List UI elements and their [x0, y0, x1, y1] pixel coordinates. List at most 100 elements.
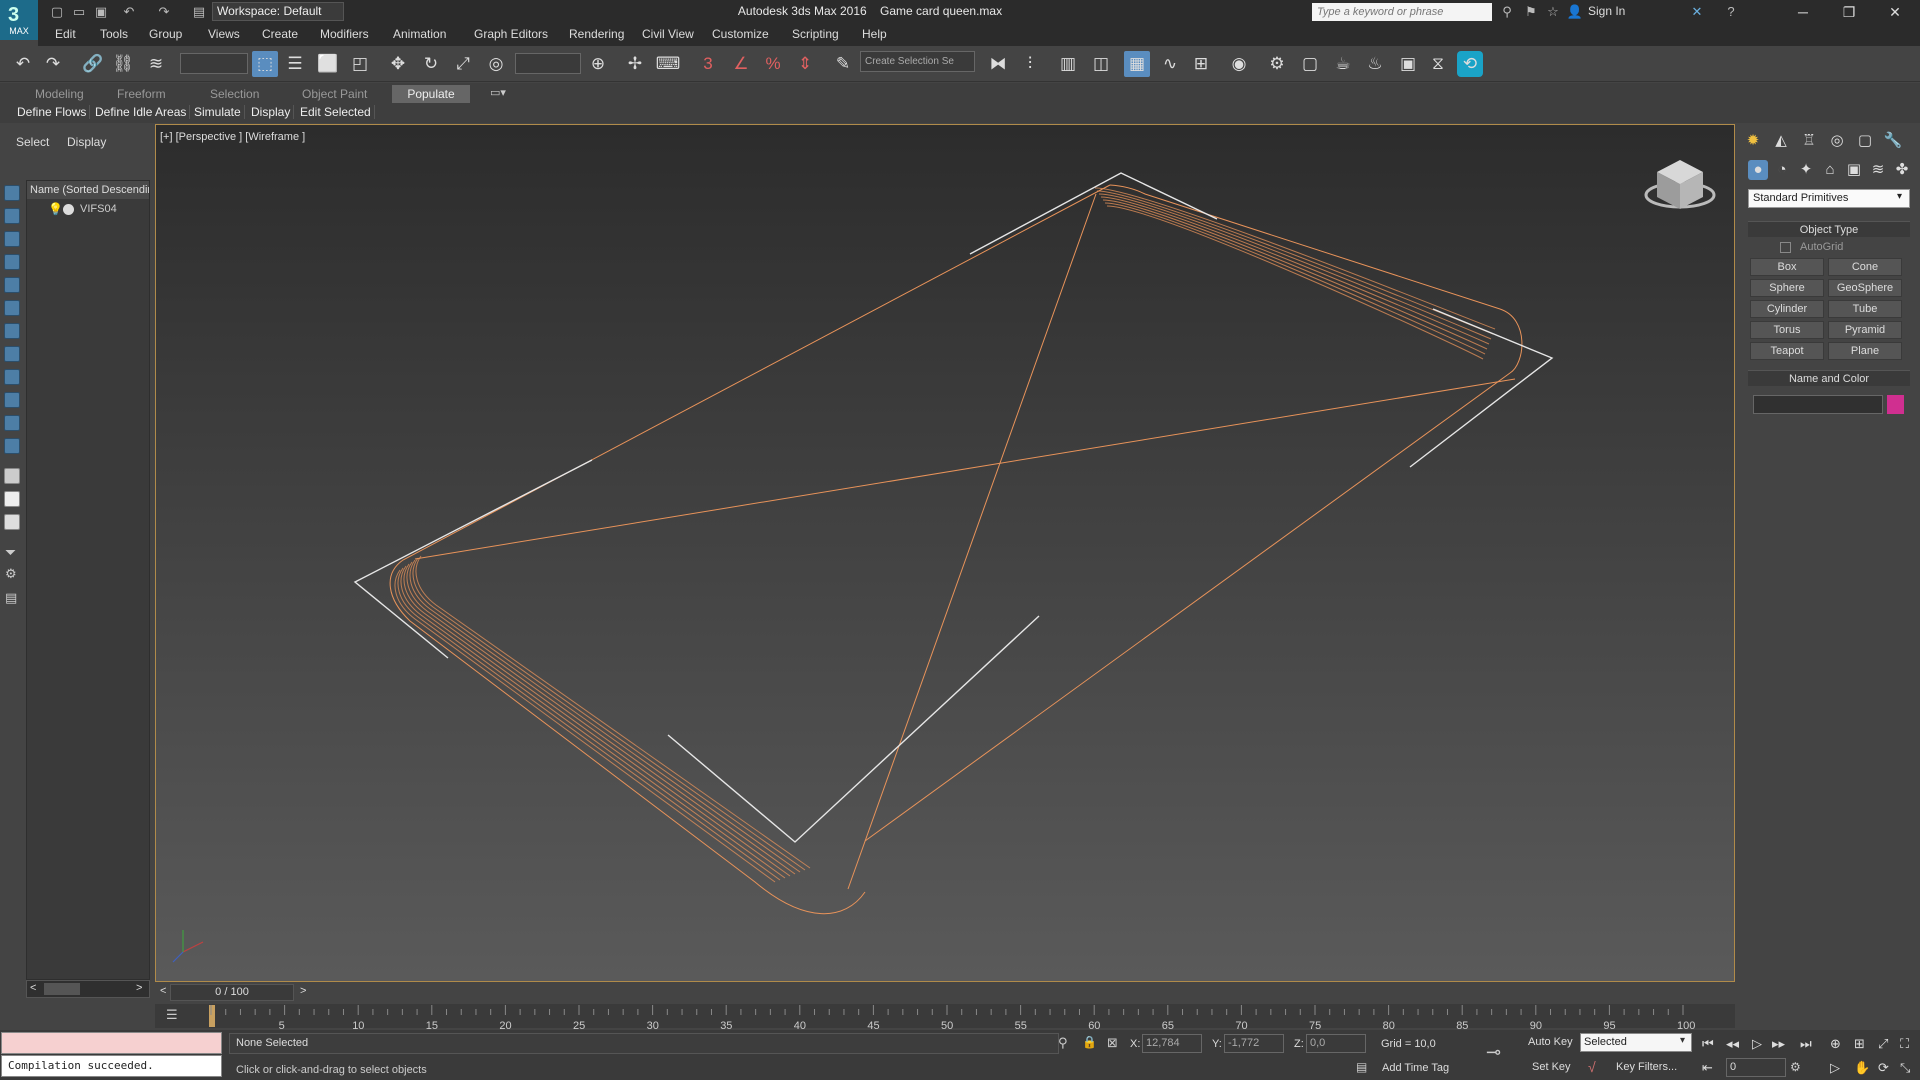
app-logo[interactable]: 3 MAX [0, 0, 38, 40]
undo-icon[interactable]: ↶ [120, 3, 138, 21]
time-slider[interactable]: 0 / 100 [170, 984, 294, 1001]
next-key-icon[interactable]: ▸▸ [1772, 1036, 1785, 1052]
filter-lights-icon[interactable] [4, 231, 20, 247]
keyword-search-input[interactable]: Type a keyword or phrase [1312, 3, 1492, 21]
render-production-icon[interactable]: ☕ [1330, 51, 1356, 77]
menu-customize[interactable]: Customize [712, 27, 769, 41]
object-type-rollout-header[interactable]: Object Type [1748, 221, 1910, 237]
tab-selection[interactable]: Selection [210, 87, 259, 101]
chevron-down-icon[interactable]: ▾ [1680, 1035, 1685, 1046]
restore-button[interactable]: ❐ [1826, 0, 1872, 24]
filter-shapes-icon[interactable] [4, 208, 20, 224]
current-frame-field[interactable]: 0 [1726, 1058, 1786, 1077]
play-icon[interactable]: ▷ [1752, 1036, 1762, 1052]
utilities-tab-icon[interactable]: 🔧 [1882, 130, 1904, 152]
exchange-icon[interactable]: ✕ [1688, 3, 1706, 21]
material-editor-icon[interactable]: ◉ [1226, 51, 1252, 77]
favorites-star-icon[interactable]: ☆ [1544, 3, 1562, 21]
percent-snap-icon[interactable]: % [760, 51, 786, 77]
previous-key-icon[interactable]: ◂◂ [1726, 1036, 1739, 1052]
time-configuration-icon[interactable]: ⚙ [1790, 1060, 1801, 1074]
simulate-button[interactable]: Simulate [191, 105, 245, 119]
help-icon[interactable]: ? [1722, 3, 1740, 21]
align-icon[interactable]: ⫶ [1017, 51, 1043, 77]
tab-freeform[interactable]: Freeform [117, 87, 166, 101]
create-tab-icon[interactable]: ✹ [1742, 130, 1764, 152]
ribbon-options-icon[interactable]: ▭▾ [490, 86, 506, 99]
go-to-start-icon[interactable]: ⏮ [1702, 1036, 1714, 1052]
snaps-toggle-icon[interactable]: 3 [695, 51, 721, 77]
auto-key-button[interactable]: Auto Key [1528, 1036, 1573, 1048]
tab-object-paint[interactable]: Object Paint [302, 87, 367, 101]
x-coordinate-field[interactable]: 12,784 [1142, 1034, 1202, 1053]
filter-xrefs-icon[interactable] [4, 346, 20, 362]
save-icon[interactable]: ▣ [92, 3, 110, 21]
key-mode-dropdown[interactable]: Selected [1580, 1033, 1692, 1052]
cylinder-button[interactable]: Cylinder [1750, 300, 1824, 318]
filter-space-warps-icon[interactable] [4, 300, 20, 316]
y-coordinate-field[interactable]: -1,772 [1224, 1034, 1284, 1053]
space-warps-category-icon[interactable]: ≋ [1868, 160, 1888, 180]
object-name-field[interactable] [1753, 395, 1883, 414]
tab-modeling[interactable]: Modeling [35, 87, 84, 101]
isolate-selection-icon[interactable]: ⚲ [1058, 1035, 1068, 1051]
display-all-icon[interactable] [4, 468, 20, 484]
redo-icon[interactable]: ↷ [40, 51, 66, 77]
redo-icon[interactable]: ↷ [155, 3, 173, 21]
menu-tools[interactable]: Tools [100, 27, 128, 41]
key-icon[interactable]: ⊸ [1486, 1042, 1501, 1063]
menu-animation[interactable]: Animation [393, 27, 446, 41]
edit-selected-button[interactable]: Edit Selected [297, 105, 375, 119]
toggle-ribbon-icon[interactable]: ▦ [1124, 51, 1150, 77]
define-flows-button[interactable]: Define Flows [14, 105, 91, 119]
reference-coordinate-dropdown[interactable] [515, 53, 581, 74]
scene-explorer-select-menu[interactable]: Select [16, 135, 49, 149]
box-button[interactable]: Box [1750, 258, 1824, 276]
object-color-swatch[interactable] [1887, 395, 1904, 414]
chevron-down-icon[interactable]: ▾ [1897, 191, 1902, 202]
zoom-extents-all-icon[interactable]: ⛶ [1900, 1036, 1909, 1052]
zoom-extents-icon[interactable]: ⤢ [1878, 1036, 1888, 1052]
z-coordinate-field[interactable]: 0,0 [1306, 1034, 1366, 1053]
geometry-category-icon[interactable]: ● [1748, 160, 1768, 180]
lights-category-icon[interactable]: ✦ [1796, 160, 1816, 180]
binoculars-icon[interactable]: ⚲ [1498, 3, 1516, 21]
tube-button[interactable]: Tube [1828, 300, 1902, 318]
filter-containers-icon[interactable] [4, 392, 20, 408]
maxscript-listener-input[interactable] [1, 1032, 222, 1054]
move-icon[interactable]: ✥ [385, 51, 411, 77]
pyramid-button[interactable]: Pyramid [1828, 321, 1902, 339]
geosphere-button[interactable]: GeoSphere [1828, 279, 1902, 297]
workspace-dropdown[interactable]: Workspace: Default [212, 2, 344, 21]
scene-explorer-display-menu[interactable]: Display [67, 135, 106, 149]
keyboard-shortcut-override-icon[interactable]: ⌨ [655, 51, 681, 77]
mini-curve-editor-icon[interactable]: ☰ [166, 1007, 178, 1023]
unlink-icon[interactable]: ⛓ [110, 51, 136, 77]
scale-icon[interactable]: ⤢ [450, 51, 476, 77]
menu-civil-view[interactable]: Civil View [642, 27, 694, 41]
minimize-button[interactable]: ─ [1780, 0, 1826, 24]
key-filters-button[interactable]: Key Filters... [1616, 1061, 1677, 1073]
selection-filter-dropdown[interactable] [180, 53, 248, 74]
window-crossing-icon[interactable]: ◰ [347, 51, 373, 77]
next-frame-icon[interactable]: > [300, 985, 306, 997]
edit-named-selection-icon[interactable]: ✎ [830, 51, 856, 77]
key-mode-toggle-icon[interactable]: ⇤ [1702, 1060, 1713, 1076]
menu-create[interactable]: Create [262, 27, 298, 41]
filter-bones-icon[interactable] [4, 369, 20, 385]
menu-scripting[interactable]: Scripting [792, 27, 839, 41]
name-column-header[interactable]: Name (Sorted Descendin [27, 181, 149, 199]
light-bulb-icon[interactable]: 💡 [48, 202, 63, 216]
menu-graph-editors[interactable]: Graph Editors [474, 27, 548, 41]
toggle-layer-explorer-icon[interactable]: ◫ [1088, 51, 1114, 77]
filter-hidden-icon[interactable] [4, 438, 20, 454]
scroll-thumb[interactable] [44, 983, 80, 995]
plane-button[interactable]: Plane [1828, 342, 1902, 360]
field-of-view-icon[interactable]: ▷ [1830, 1060, 1840, 1076]
shapes-category-icon[interactable]: ◔ [1772, 160, 1792, 180]
mirror-icon[interactable]: ⧓ [985, 51, 1011, 77]
orbit-icon[interactable]: ⟳ [1878, 1060, 1889, 1076]
selection-lock-icon[interactable]: 🔒 [1082, 1035, 1097, 1049]
placement-icon[interactable]: ◎ [483, 51, 509, 77]
list-item[interactable]: VIFS04 [80, 203, 117, 215]
